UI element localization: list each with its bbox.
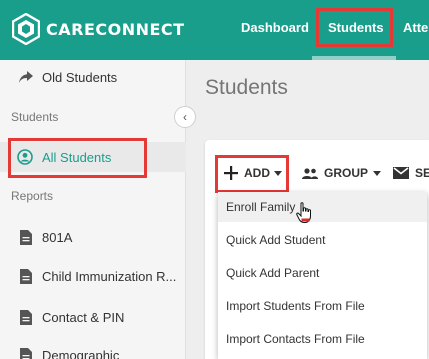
top-bar: CARECONNECT Dashboard Students Atter <box>0 0 429 60</box>
menu-item-enroll-family[interactable]: Enroll Family <box>218 192 427 222</box>
sidebar-section-students: Students <box>11 110 59 124</box>
highlight-box-all-students <box>8 138 147 178</box>
nav-attendance[interactable]: Atter <box>403 20 429 35</box>
people-icon <box>302 167 318 179</box>
share-arrow-icon <box>18 69 34 85</box>
sidebar-item-report-801a[interactable]: 801A <box>0 222 186 252</box>
document-icon <box>18 347 34 359</box>
send-button-label: SE <box>415 166 429 180</box>
highlight-box-add <box>215 155 289 193</box>
add-dropdown-menu: Enroll Family Quick Add Student Quick Ad… <box>218 192 427 359</box>
document-icon <box>18 268 34 284</box>
highlight-box-students-nav <box>316 8 393 47</box>
caret-down-icon <box>373 170 382 176</box>
nav-dashboard[interactable]: Dashboard <box>241 20 309 35</box>
sidebar-item-label: 801A <box>42 229 73 245</box>
group-button-label: GROUP <box>324 166 369 180</box>
chevron-left-icon: ‹ <box>183 110 187 124</box>
menu-item-import-students[interactable]: Import Students From File <box>218 291 427 321</box>
sidebar-item-report-contact-pin[interactable]: Contact & PIN <box>0 302 186 332</box>
document-icon <box>18 309 34 325</box>
document-icon <box>18 229 34 245</box>
brand-name: CARECONNECT <box>46 20 185 39</box>
sidebar-item-label: Contact & PIN <box>42 309 125 325</box>
collapse-sidebar-button[interactable]: ‹ <box>174 106 196 128</box>
menu-item-import-contacts[interactable]: Import Contacts From File <box>218 324 427 354</box>
logo-icon <box>12 13 40 45</box>
careconnect-logo[interactable] <box>12 13 40 45</box>
sidebar-item-label: Old Students <box>42 69 118 85</box>
group-button[interactable]: GROUP <box>302 166 382 180</box>
hand-pointer-cursor-icon <box>296 202 314 229</box>
menu-item-quick-add-parent[interactable]: Quick Add Parent <box>218 258 427 288</box>
sidebar-item-label: Child Immunization R... <box>42 268 177 284</box>
envelope-icon <box>393 167 409 179</box>
menu-item-quick-add-student[interactable]: Quick Add Student <box>218 225 427 255</box>
sidebar-section-reports: Reports <box>11 189 54 203</box>
sidebar-item-report-demographic[interactable]: Demographic <box>0 340 186 359</box>
sidebar-item-label: Demographic <box>42 347 120 359</box>
nav-active-indicator <box>312 56 396 60</box>
send-button[interactable]: SE <box>393 166 429 180</box>
sidebar-item-report-child-immunization[interactable]: Child Immunization R... <box>0 261 186 291</box>
page-title: Students <box>205 76 288 99</box>
sidebar-item-old-students[interactable]: Old Students <box>0 62 186 92</box>
